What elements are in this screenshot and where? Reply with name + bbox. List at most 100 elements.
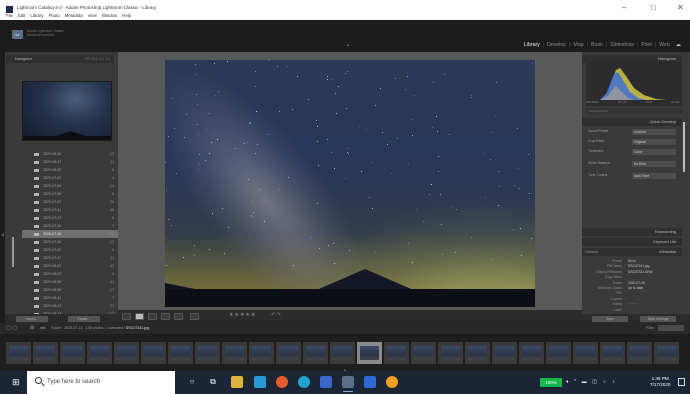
quick-develop-select[interactable]: Auto Tone xyxy=(632,172,676,179)
folder-item[interactable]: 2020-06-15 13 xyxy=(22,150,118,158)
people-view-icon[interactable] xyxy=(174,313,183,320)
module-map[interactable]: Map xyxy=(571,42,587,48)
rating-stars[interactable]: ★★★★★ xyxy=(229,312,256,318)
sync-settings-button[interactable]: Sync Settings xyxy=(640,316,676,322)
compare-view-icon[interactable] xyxy=(148,313,157,320)
folder-item[interactable]: 2020-07-15 3 xyxy=(22,222,118,230)
folder-item[interactable]: 2020-07-07 25 xyxy=(22,198,118,206)
module-develop[interactable]: Develop xyxy=(544,42,569,48)
keywording-header[interactable]: Keywording xyxy=(582,228,682,236)
filmstrip-thumbnail[interactable] xyxy=(276,342,301,364)
survey-view-icon[interactable] xyxy=(161,313,170,320)
filmstrip-thumbnail[interactable] xyxy=(600,342,625,364)
filmstrip-thumbnail[interactable] xyxy=(519,342,544,364)
left-panel-scrollbar[interactable] xyxy=(12,237,14,267)
folder-item[interactable]: 2020-07-27 11 xyxy=(22,254,118,262)
right-panel-scrollbar[interactable] xyxy=(683,122,685,172)
module-print[interactable]: Print xyxy=(638,42,655,48)
collapse-top-panel-icon[interactable]: ▲ xyxy=(346,42,350,47)
firefox-icon[interactable] xyxy=(386,376,398,388)
quick-develop-select[interactable]: Original xyxy=(632,138,676,145)
quick-develop-header[interactable]: Quick Develop xyxy=(582,118,682,126)
navigator-header[interactable]: Navigator FIT FILL 1:1 3:1 xyxy=(6,55,114,63)
module-library[interactable]: Library xyxy=(521,42,543,48)
folder-item[interactable]: 2020-08-13 23 xyxy=(22,302,118,310)
filmstrip-thumbnail[interactable] xyxy=(465,342,490,364)
navigator-preview[interactable] xyxy=(22,81,112,141)
filmstrip-thumbnail[interactable] xyxy=(384,342,409,364)
taskbar-clock[interactable]: 1:48 PM 7/17/2020 xyxy=(650,376,670,388)
windows-start-icon[interactable]: ⊞ xyxy=(12,378,20,387)
filmstrip-thumbnail[interactable] xyxy=(168,342,193,364)
quick-develop-select[interactable]: Custom xyxy=(632,128,676,135)
lightroom-taskbar-icon[interactable] xyxy=(342,376,354,392)
folder-item[interactable]: 2020-08-01 42 xyxy=(22,262,118,270)
folder-item[interactable]: 2020-08-11 7 xyxy=(22,294,118,302)
folder-item[interactable]: 2020-06-25 6 xyxy=(22,166,118,174)
maximize-button[interactable]: □ xyxy=(651,3,656,13)
navigator-zoom-options[interactable]: FIT FILL 1:1 3:1 xyxy=(85,55,110,63)
back-forward-icon[interactable]: ◂ ▸ xyxy=(40,325,46,331)
filmstrip-thumbnail[interactable] xyxy=(627,342,652,364)
minimize-button[interactable]: – xyxy=(622,3,626,13)
import-button[interactable]: Import... xyxy=(16,316,48,322)
system-tray-icons[interactable]: ♦ ^ ▬ ◫ ☼ ♪ xyxy=(566,379,617,385)
filmstrip-thumbnail[interactable] xyxy=(357,342,382,364)
filmstrip-thumbnail[interactable] xyxy=(60,342,85,364)
chrome-icon[interactable] xyxy=(276,376,288,388)
folder-item[interactable]: 2020-08-08 17 xyxy=(22,286,118,294)
cortana-icon[interactable]: ○ xyxy=(186,376,198,388)
grid-view-icon[interactable] xyxy=(122,313,131,320)
filter-dropdown[interactable] xyxy=(658,325,684,331)
quick-develop-select[interactable]: As Shot xyxy=(632,160,676,167)
folder-item[interactable]: 2020-07-01 4 xyxy=(22,174,118,182)
folder-item[interactable]: 2020-07-04 14 xyxy=(22,182,118,190)
sync-button[interactable]: Sync xyxy=(592,316,628,322)
file-explorer-icon[interactable] xyxy=(231,376,243,388)
export-button[interactable]: Export... xyxy=(68,316,100,322)
menu-metadata[interactable]: Metadata xyxy=(65,13,83,18)
close-button[interactable]: ✕ xyxy=(677,3,684,13)
notification-icon[interactable] xyxy=(678,378,685,386)
module-book[interactable]: Book xyxy=(588,42,606,48)
photos-icon[interactable] xyxy=(320,376,332,388)
filmstrip-thumbnail[interactable] xyxy=(6,342,31,364)
main-photo[interactable] xyxy=(165,60,535,307)
filmstrip-thumbnail[interactable] xyxy=(87,342,112,364)
folder-item[interactable]: 2020-07-13 8 xyxy=(22,214,118,222)
folder-item[interactable]: 2020-07-18 12 xyxy=(22,238,118,246)
edge-icon[interactable] xyxy=(298,376,310,388)
folder-item[interactable]: 2020-07-11 48 xyxy=(22,206,118,214)
grid-icon[interactable]: ⊞ xyxy=(30,325,34,331)
folder-item[interactable]: 2020-07-20 5 xyxy=(22,246,118,254)
filmstrip-thumbnail[interactable] xyxy=(546,342,571,364)
folder-item[interactable]: 2020-07-16 138 xyxy=(22,230,118,238)
menu-help[interactable]: Help xyxy=(122,13,131,18)
filmstrip-thumbnail[interactable] xyxy=(195,342,220,364)
menu-view[interactable]: View xyxy=(88,13,97,18)
menu-library[interactable]: Library xyxy=(30,13,43,18)
filmstrip-thumbnail[interactable] xyxy=(33,342,58,364)
filmstrip-thumbnail[interactable] xyxy=(222,342,247,364)
metadata-preset-select[interactable]: Default xyxy=(585,248,598,256)
filmstrip-thumbnail[interactable] xyxy=(141,342,166,364)
task-view-icon[interactable]: ⧉ xyxy=(207,376,219,388)
folder-item[interactable]: 2020-06-17 11 xyxy=(22,158,118,166)
menu-photo[interactable]: Photo xyxy=(48,13,59,18)
filmstrip-thumbnail[interactable] xyxy=(330,342,355,364)
folder-item[interactable]: 2020-08-06 61 xyxy=(22,278,118,286)
metadata-header[interactable]: Default Metadata xyxy=(582,248,682,256)
menu-window[interactable]: Window xyxy=(102,13,117,18)
loupe-view-icon[interactable] xyxy=(135,313,144,320)
module-web[interactable]: Web xyxy=(656,42,673,48)
filmstrip-source[interactable]: Folder : 2020-07-16 xyxy=(51,326,83,330)
module-slideshow[interactable]: Slideshow xyxy=(607,42,637,48)
mail-icon[interactable] xyxy=(364,376,376,388)
keyword-list-header[interactable]: Keyword List xyxy=(582,238,682,246)
folder-item[interactable]: 2020-08-03 9 xyxy=(22,270,118,278)
filmstrip-thumbnail[interactable] xyxy=(438,342,463,364)
filmstrip-thumbnail[interactable] xyxy=(114,342,139,364)
collapse-left-panel-icon[interactable]: ◀ xyxy=(1,232,4,237)
quick-develop-select[interactable]: Color xyxy=(632,148,676,155)
store-icon[interactable] xyxy=(254,376,266,388)
